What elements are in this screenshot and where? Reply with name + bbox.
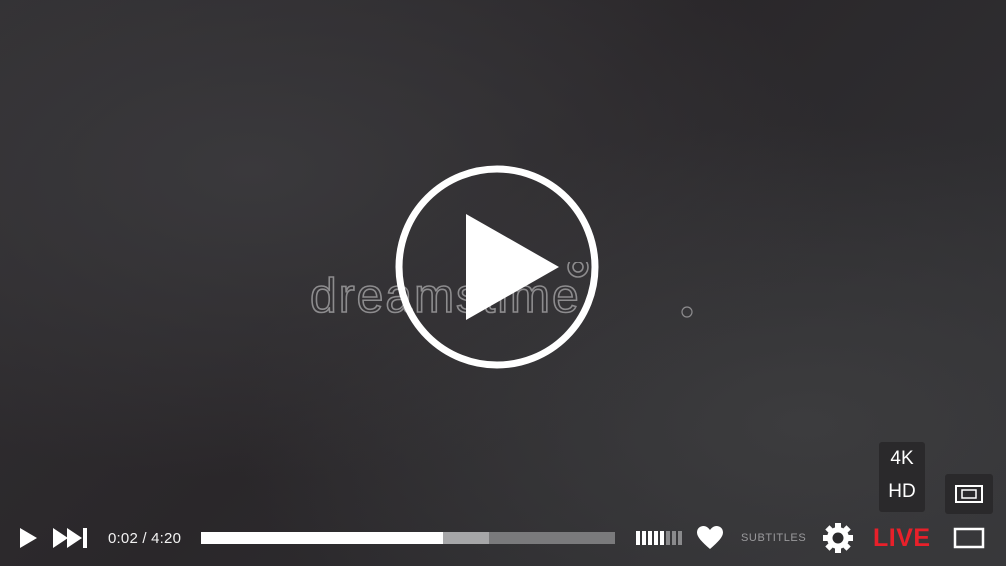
time-display: 0:02 / 4:20: [108, 530, 181, 547]
volume-bar: [654, 531, 658, 545]
quality-option-hd[interactable]: HD: [879, 481, 925, 503]
progress-played: [201, 532, 444, 544]
play-circle-icon[interactable]: [394, 164, 600, 370]
pip-button[interactable]: [945, 474, 993, 514]
progress-bar[interactable]: [201, 532, 615, 544]
current-time: 0:02: [108, 530, 138, 547]
skip-next-icon[interactable]: [53, 528, 89, 548]
picture-in-picture-icon: [955, 485, 983, 503]
volume-bar: [648, 531, 652, 545]
volume-bar: [642, 531, 646, 545]
volume-meter[interactable]: [636, 531, 682, 545]
video-player[interactable]: dreamstime 4K HD 0:02 / 4:20 SUBTITLES L…: [0, 0, 1006, 566]
quality-menu: 4K HD: [879, 442, 925, 512]
volume-bar: [672, 531, 676, 545]
control-bar: 0:02 / 4:20 SUBTITLES LIVE: [0, 510, 1006, 566]
duration: 4:20: [151, 530, 182, 547]
time-separator: /: [142, 530, 147, 547]
heart-icon[interactable]: [696, 525, 724, 551]
volume-bar: [660, 531, 664, 545]
subtitles-button[interactable]: SUBTITLES: [741, 532, 806, 544]
live-button[interactable]: LIVE: [873, 524, 931, 552]
volume-bar: [666, 531, 670, 545]
quality-option-4k[interactable]: 4K: [879, 448, 925, 470]
fullscreen-icon[interactable]: [953, 527, 985, 549]
volume-bar: [636, 531, 640, 545]
play-icon[interactable]: [17, 527, 39, 549]
gear-icon[interactable]: [823, 523, 853, 553]
volume-bar: [678, 531, 682, 545]
